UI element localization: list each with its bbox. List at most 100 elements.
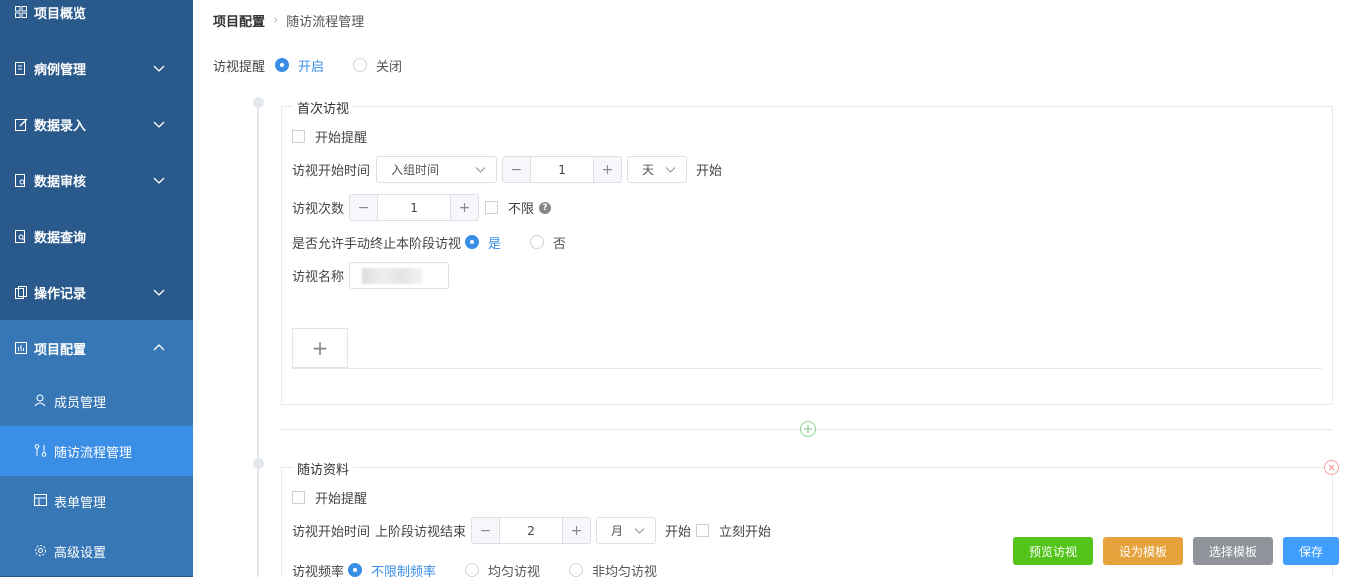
- manual-stop-no-radio[interactable]: 否: [530, 233, 566, 252]
- preview-visit-button[interactable]: 预览访视: [1013, 537, 1093, 565]
- chevron-down-icon: [153, 121, 165, 128]
- start-offset-stepper[interactable]: − 1 +: [502, 156, 623, 183]
- edit-icon: [14, 117, 28, 131]
- manual-stop-yes-radio[interactable]: 是: [465, 233, 501, 252]
- frequency-label: 访视频率: [292, 564, 345, 577]
- start-reminder-row: 开始提醒: [292, 127, 368, 146]
- timeline-dot: [252, 458, 264, 469]
- config-icon: [14, 341, 28, 355]
- radio-dot: [353, 58, 368, 72]
- chevron-down-icon: [665, 167, 676, 173]
- sidebar-item-label: 高级设置: [54, 545, 107, 561]
- reminder-off-radio[interactable]: 关闭: [353, 56, 402, 75]
- chevron-down-icon: [153, 177, 165, 184]
- save-button[interactable]: 保存: [1283, 537, 1339, 565]
- sidebar-item-data-query[interactable]: 数据查询: [0, 208, 193, 264]
- freq-nonuniform-radio[interactable]: 非均匀访视: [569, 561, 657, 577]
- select-value: 天: [642, 163, 655, 177]
- remove-stage-icon[interactable]: [1324, 460, 1339, 475]
- reminder-on-radio[interactable]: 开启: [275, 56, 324, 75]
- gear-icon: [34, 544, 48, 558]
- sidebar-item-operation-log[interactable]: 操作记录: [0, 264, 193, 320]
- add-visit-button[interactable]: +: [292, 328, 348, 368]
- chevron-down-icon: [153, 289, 165, 296]
- sidebar-item-data-audit[interactable]: 数据审核: [0, 152, 193, 208]
- unlimited-checkbox[interactable]: [485, 201, 499, 214]
- sidebar-subitem-forms[interactable]: 表单管理: [0, 476, 193, 526]
- start-time-label: 访视开始时间: [292, 525, 371, 540]
- grid-icon: [14, 5, 28, 19]
- start-offset-stepper[interactable]: − 2 +: [471, 517, 592, 544]
- minus-button[interactable]: −: [350, 195, 379, 220]
- sidebar-subitem-followup-flow[interactable]: 随访流程管理: [0, 426, 193, 476]
- redacted-value: [362, 268, 423, 284]
- radio-dot: [348, 563, 363, 577]
- freq-unlimited-radio[interactable]: 不限制频率: [348, 561, 436, 577]
- reminder-row: 访视提醒 开启 关闭: [213, 56, 402, 75]
- sidebar-item-label: 随访流程管理: [54, 445, 133, 461]
- radio-dot: [275, 58, 290, 72]
- start-time-label: 访视开始时间: [292, 164, 371, 179]
- sidebar-item-label: 数据查询: [34, 230, 87, 246]
- sidebar-item-cases[interactable]: 病例管理: [0, 40, 193, 96]
- immediate-start-checkbox[interactable]: [696, 524, 710, 537]
- sidebar-item-label: 成员管理: [54, 395, 107, 411]
- stage-title: 随访资料: [293, 459, 354, 478]
- sidebar-subitem-advanced[interactable]: 高级设置: [0, 526, 193, 576]
- record-icon: [14, 285, 28, 299]
- select-value: 入组时间: [391, 163, 440, 177]
- chevron-down-icon: [634, 528, 645, 534]
- manual-stop-label: 是否允许手动终止本阶段访视: [292, 236, 462, 252]
- immediate-start-label: 立刻开始: [719, 525, 772, 540]
- unit-select[interactable]: 月: [596, 517, 657, 544]
- sidebar-item-label: 操作记录: [34, 286, 87, 302]
- choose-template-button[interactable]: 选择模板: [1193, 537, 1273, 565]
- start-time-from: 上阶段访视结束: [375, 525, 467, 540]
- frequency-row: 访视频率 不限制频率 均匀访视 非均匀访视: [292, 561, 657, 577]
- sidebar-item-data-entry[interactable]: 数据录入: [0, 96, 193, 152]
- sidebar-item-overview[interactable]: 项目概览: [0, 0, 193, 40]
- timeline-line: [257, 103, 259, 577]
- plus-icon: +: [311, 336, 329, 360]
- plus-button[interactable]: +: [450, 195, 479, 220]
- start-reminder-checkbox[interactable]: [292, 129, 305, 143]
- chevron-down-icon: [475, 167, 486, 173]
- sidebar-item-label: 数据审核: [34, 174, 87, 190]
- start-time-select[interactable]: 入组时间: [376, 156, 498, 183]
- radio-label: 均匀访视: [488, 564, 541, 577]
- radio-label: 不限制频率: [371, 564, 437, 577]
- main-content: 项目配置 › 随访流程管理 访视提醒 开启 关闭 首次访视 开始提醒 访视开始时…: [193, 0, 1353, 577]
- help-icon[interactable]: ?: [539, 201, 552, 214]
- minus-button[interactable]: −: [503, 157, 532, 182]
- stage-title: 首次访视: [293, 98, 354, 117]
- breadcrumb-current: 随访流程管理: [286, 15, 365, 30]
- plus-button[interactable]: +: [593, 157, 622, 182]
- query-icon: [14, 229, 28, 243]
- minus-button[interactable]: −: [472, 518, 501, 543]
- sidebar-item-label: 病例管理: [34, 62, 87, 78]
- start-reminder-checkbox[interactable]: [292, 490, 305, 504]
- stepper-value: 1: [410, 200, 418, 215]
- unlimited-label: 不限: [508, 202, 535, 217]
- unit-select[interactable]: 天: [627, 156, 688, 183]
- add-stage-icon[interactable]: [800, 421, 816, 437]
- sidebar-item-project-config[interactable]: 项目配置: [0, 320, 193, 376]
- breadcrumb-root[interactable]: 项目配置: [213, 11, 265, 30]
- plus-button[interactable]: +: [562, 518, 591, 543]
- sidebar-item-label: 项目配置: [34, 342, 87, 358]
- start-suffix: 开始: [665, 525, 692, 540]
- stepper-value: 1: [558, 162, 566, 177]
- sidebar-subitem-members[interactable]: 成员管理: [0, 376, 193, 426]
- radio-dot: [569, 563, 584, 577]
- start-reminder-label: 开始提醒: [315, 130, 368, 146]
- manual-stop-row: 是否允许手动终止本阶段访视 是 否: [292, 233, 566, 252]
- visit-count-label: 访视次数: [292, 202, 345, 217]
- start-reminder-label: 开始提醒: [315, 491, 368, 507]
- sidebar-item-label: 表单管理: [54, 495, 107, 511]
- radio-label: 否: [553, 236, 567, 252]
- radio-label: 开启: [298, 59, 325, 75]
- visit-name-input[interactable]: [349, 262, 450, 289]
- visit-count-stepper[interactable]: − 1 +: [349, 194, 480, 221]
- set-template-button[interactable]: 设为模板: [1103, 537, 1183, 565]
- freq-uniform-radio[interactable]: 均匀访视: [465, 561, 540, 577]
